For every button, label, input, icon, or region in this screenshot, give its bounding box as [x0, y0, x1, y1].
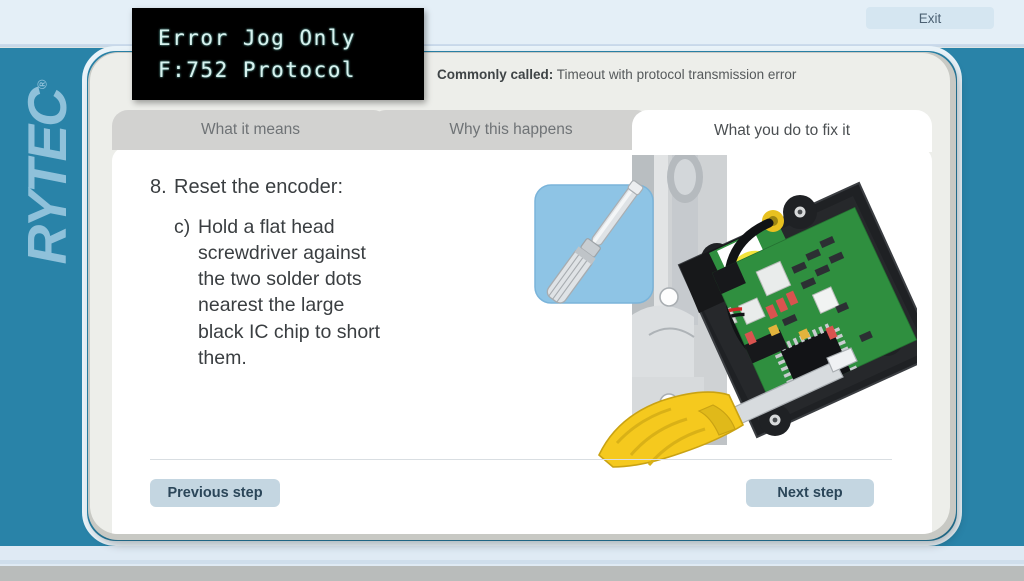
instruction-list: 8. Reset the encoder: c) Hold a flat hea…	[150, 175, 420, 371]
footer-divider	[150, 459, 892, 460]
background-lower-divider	[0, 560, 1024, 564]
commonly-called-value: Timeout with protocol transmission error	[556, 67, 797, 82]
next-step-button[interactable]: Next step	[746, 479, 874, 507]
tab-bar: What it means Why this happens What you …	[112, 110, 932, 152]
lcd-display: Error Jog Only F:752 Protocol	[132, 8, 424, 100]
tab-content-panel: 8. Reset the encoder: c) Hold a flat hea…	[112, 147, 932, 534]
background-lower-blue-band	[0, 546, 1024, 568]
substep-text: Hold a flat head screwdriver against the…	[198, 216, 381, 369]
step-number: 8.	[150, 176, 167, 198]
step-heading: 8. Reset the encoder:	[150, 175, 420, 200]
background-bottom-strip	[0, 566, 1024, 581]
substep-item: c) Hold a flat head screwdriver against …	[174, 214, 420, 371]
step-title: Reset the encoder:	[174, 176, 343, 198]
error-detail-card: Commonly called: Timeout with protocol t…	[90, 53, 950, 534]
lcd-line-2: F:752 Protocol	[158, 58, 357, 82]
lcd-line-1: Error Jog Only	[158, 26, 357, 50]
exit-button[interactable]: Exit	[866, 7, 994, 29]
commonly-called-label: Commonly called:	[437, 67, 554, 82]
tab-what-it-means[interactable]: What it means	[112, 110, 389, 150]
substep-letter: c)	[174, 216, 191, 238]
application-window: RYTEC® Exit Commonly called: Timeout wit…	[0, 0, 1024, 581]
commonly-called: Commonly called: Timeout with protocol t…	[437, 67, 796, 82]
screwdriver-inset	[534, 180, 654, 304]
encoder-illustration: M	[417, 155, 917, 475]
previous-step-button[interactable]: Previous step	[150, 479, 280, 507]
tab-what-you-do-to-fix-it[interactable]: What you do to fix it	[632, 110, 932, 152]
tab-why-this-happens[interactable]: Why this happens	[370, 110, 652, 150]
